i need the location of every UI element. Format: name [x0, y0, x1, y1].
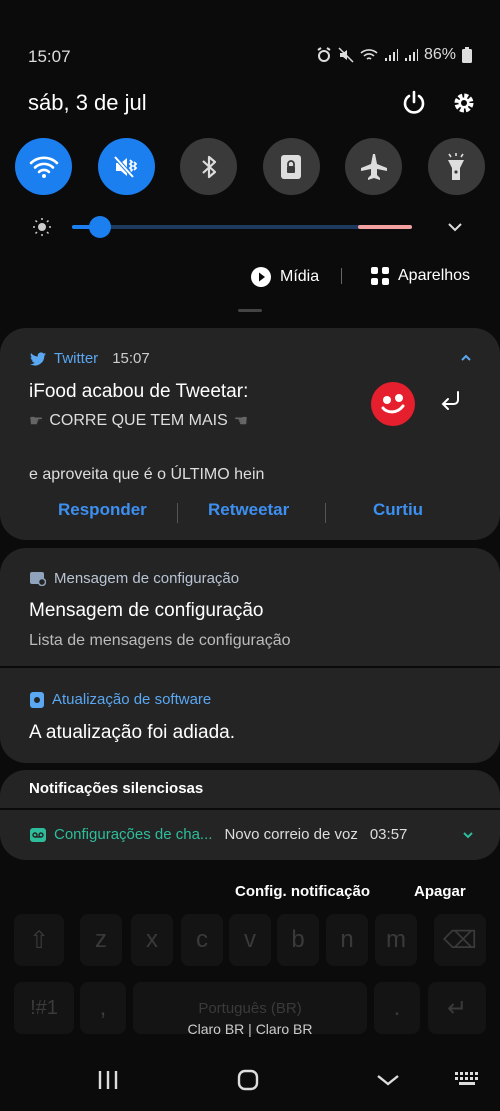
brightness-limit-marker: [358, 225, 412, 229]
bluetooth-toggle[interactable]: [180, 138, 238, 195]
signal-2-icon: [404, 49, 418, 61]
twitter-app-name: Twitter: [54, 350, 99, 367]
twitter-bird-icon: [30, 351, 46, 365]
media-divider: [341, 268, 342, 284]
battery-icon: [462, 47, 472, 63]
notification-settings-button[interactable]: Config. notificação: [235, 883, 370, 900]
sound-toggle[interactable]: [97, 138, 155, 195]
flashlight-toggle[interactable]: [427, 138, 485, 195]
media-label: Mídia: [280, 268, 320, 285]
keyboard-key: b: [277, 914, 319, 966]
twitter-title: iFood acabou de Tweetar:: [29, 381, 249, 402]
twitter-line1-text: CORRE QUE TEM MAIS: [49, 412, 228, 429]
date-label: sáb, 3 de jul: [28, 90, 147, 115]
back-chevron-icon[interactable]: [376, 1068, 400, 1092]
alarm-icon: [317, 47, 331, 62]
config-message-app: Mensagem de configuração: [54, 570, 240, 587]
devices-label: Aparelhos: [398, 267, 471, 284]
voicemail-text: Novo correio de voz: [224, 826, 358, 843]
wifi-toggle[interactable]: [15, 138, 72, 195]
twitter-header: Twitter 15:07: [30, 350, 150, 367]
carrier-label: Claro BR | Claro BR: [187, 1021, 313, 1037]
keyboard-icon[interactable]: [454, 1068, 480, 1090]
ifood-logo-icon: [371, 382, 415, 426]
settings-gear-icon[interactable]: [449, 88, 479, 118]
bluetooth-icon: [201, 155, 216, 178]
quick-toggles: [15, 138, 485, 195]
config-message-title: Mensagem de configuração: [29, 600, 264, 621]
software-update-notification[interactable]: [0, 668, 500, 763]
status-time: 15:07: [28, 47, 71, 66]
twitter-time: 15:07: [112, 350, 150, 367]
twitter-actions: Responder Retweetar Curtiu: [0, 500, 500, 526]
signal-1-icon: [384, 49, 398, 61]
reply-arrow-icon[interactable]: [438, 388, 464, 414]
wifi-status-icon: [360, 49, 378, 60]
drag-handle[interactable]: [238, 309, 262, 312]
mute-icon: [338, 47, 354, 63]
pointing-hand-icon: ☛: [29, 413, 44, 430]
chevron-up-icon[interactable]: [458, 350, 474, 366]
keyboard-key: n: [326, 914, 368, 966]
config-message-header: Mensagem de configuração: [30, 570, 239, 587]
brightness-icon: [33, 218, 51, 236]
twitter-line1: ☛ CORRE QUE TEM MAIS ☚: [29, 411, 248, 431]
config-message-subtitle: Lista de mensagens de configuração: [29, 632, 291, 649]
voicemail-icon: [30, 827, 46, 842]
silent-divider: [0, 808, 500, 810]
voicemail-notification[interactable]: Configurações de cha... Novo correio de …: [30, 826, 475, 843]
action-divider: [177, 503, 178, 523]
software-update-icon: [30, 691, 44, 708]
silent-notifications-title: Notificações silenciosas: [29, 780, 204, 797]
lock-icon: [281, 154, 302, 179]
software-update-app: Atualização de software: [52, 691, 212, 708]
keyboard-backspace-icon: ⌫: [434, 914, 486, 966]
vibrate-mute-icon: [113, 155, 138, 178]
action-divider: [325, 503, 326, 523]
message-settings-icon: [30, 571, 46, 586]
play-icon: [251, 267, 271, 287]
keyboard-key: m: [375, 914, 417, 966]
software-update-title: A atualização foi adiada.: [29, 722, 235, 743]
chevron-down-icon[interactable]: [444, 216, 466, 238]
media-button[interactable]: Mídia: [250, 266, 319, 288]
airplane-icon: [360, 153, 387, 180]
voicemail-app: Configurações de cha...: [54, 826, 213, 843]
rotation-lock-toggle[interactable]: [262, 138, 320, 195]
devices-button[interactable]: Aparelhos: [370, 266, 470, 286]
keyboard-key: v: [229, 914, 271, 966]
airplane-toggle[interactable]: [345, 138, 403, 195]
like-button[interactable]: Curtiu: [373, 500, 423, 520]
recent-apps-icon[interactable]: [96, 1068, 120, 1092]
clear-all-button[interactable]: Apagar: [414, 883, 466, 900]
brightness-thumb[interactable]: [89, 216, 111, 238]
wifi-icon: [29, 156, 58, 178]
status-icons: 86%: [316, 46, 472, 64]
flashlight-icon: [448, 152, 465, 180]
reply-button[interactable]: Responder: [58, 500, 147, 520]
keyboard-key: c: [181, 914, 223, 966]
voicemail-time: 03:57: [369, 826, 408, 843]
keyboard-shift-key: ⇧: [14, 914, 64, 966]
chevron-down-icon[interactable]: [461, 828, 475, 842]
battery-percent: 86%: [423, 46, 456, 63]
retweet-button[interactable]: Retweetar: [208, 500, 289, 520]
home-icon[interactable]: [236, 1068, 260, 1092]
software-update-header: Atualização de software: [30, 691, 211, 708]
keyboard-key: x: [131, 914, 173, 966]
power-icon[interactable]: [399, 88, 429, 118]
devices-icon: [371, 267, 389, 285]
twitter-line2: e aproveita que é o ÚLTIMO hein: [29, 466, 265, 483]
keyboard-key: z: [80, 914, 122, 966]
pointing-hand-icon-2: ☚: [233, 413, 249, 430]
